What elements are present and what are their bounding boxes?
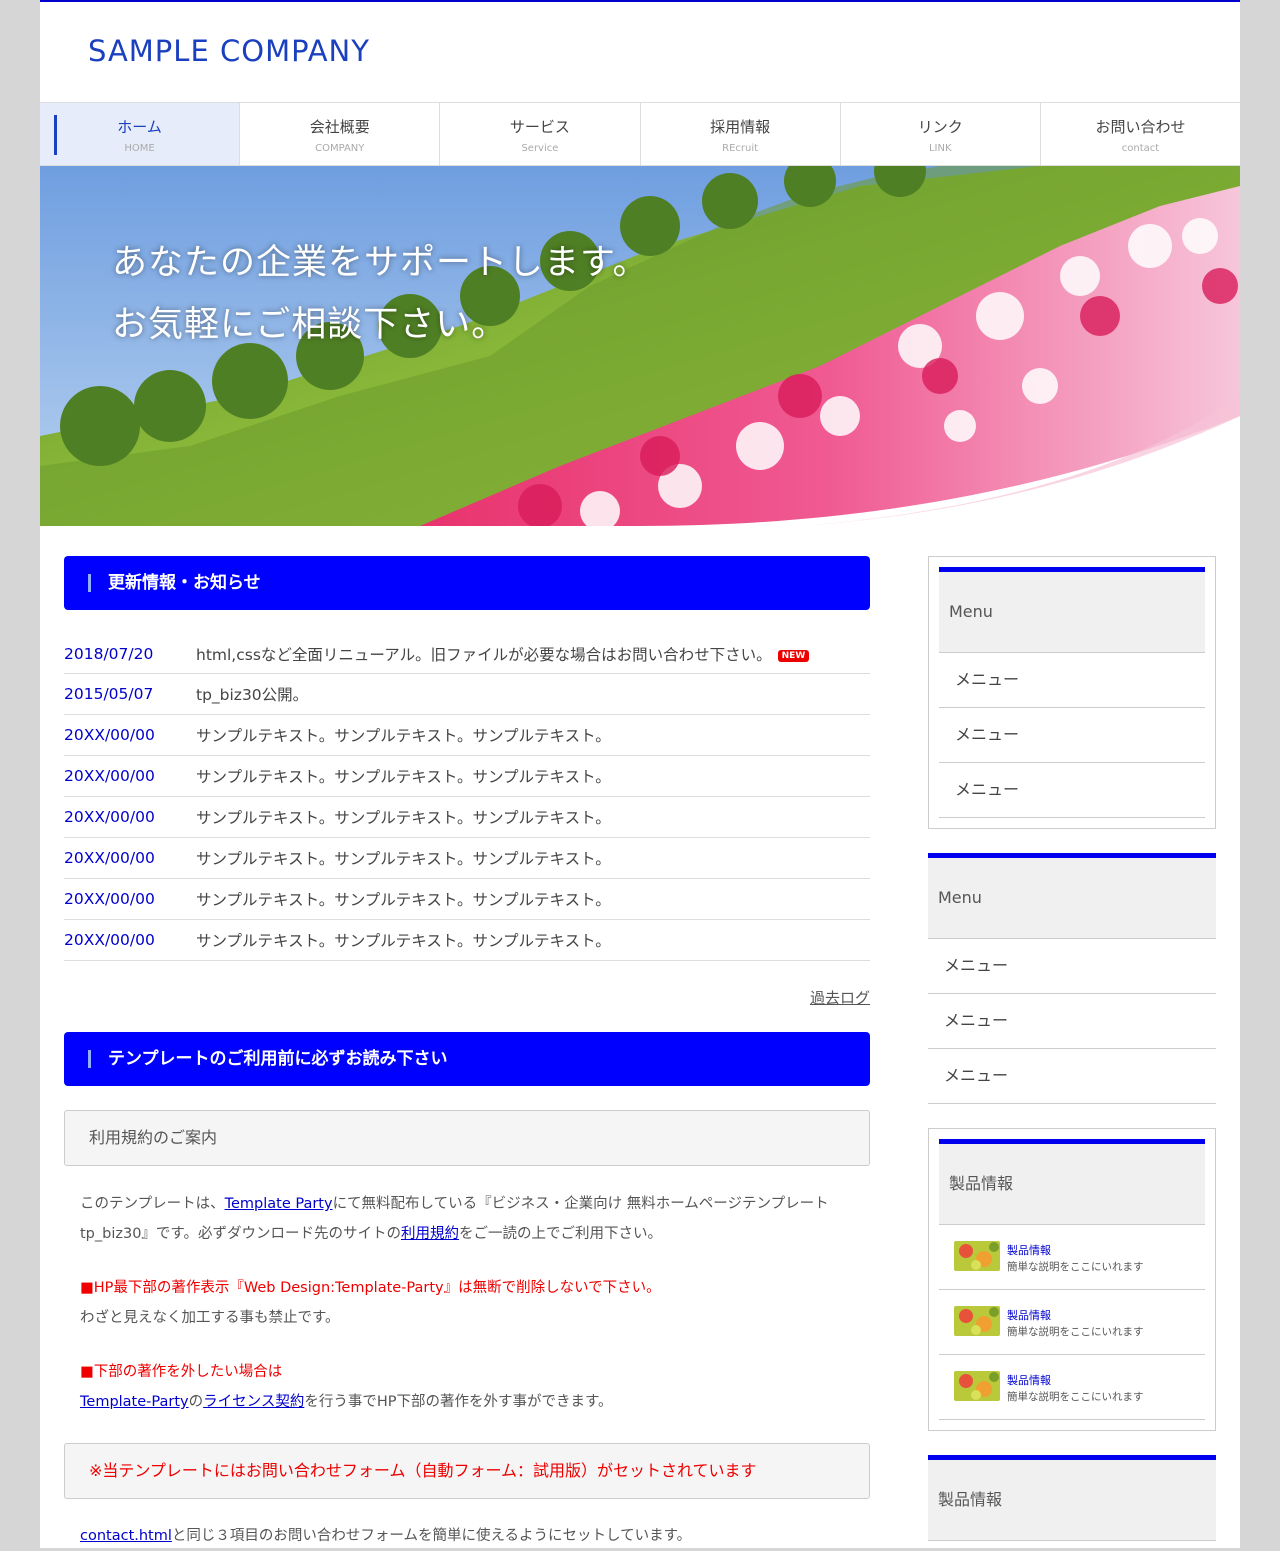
news-text: サンプルテキスト。サンプルテキスト。サンプルテキスト。: [196, 932, 611, 950]
news-row: 20XX/00/00 サンプルテキスト。サンプルテキスト。サンプルテキスト。: [64, 879, 870, 920]
sidebar-products-title: 製品情報: [928, 1455, 1216, 1541]
sidebar-products-title: 製品情報: [939, 1139, 1205, 1225]
news-row: 20XX/00/00 サンプルテキスト。サンプルテキスト。サンプルテキスト。: [64, 920, 870, 961]
sidebar-menu-item[interactable]: メニュー: [939, 763, 1205, 818]
sidebar-menu-title: Menu: [928, 853, 1216, 939]
sidebar-menu-item[interactable]: メニュー: [928, 994, 1216, 1049]
news-text: サンプルテキスト。サンプルテキスト。サンプルテキスト。: [196, 809, 611, 827]
terms-link[interactable]: 利用規約: [401, 1226, 459, 1242]
news-heading: 更新情報・お知らせ: [64, 556, 870, 610]
news-text: サンプルテキスト。サンプルテキスト。サンプルテキスト。: [196, 727, 611, 745]
news-date: 20XX/00/00: [64, 726, 155, 744]
past-log-link[interactable]: 過去ログ: [810, 989, 870, 1007]
intro-text: このテンプレートは、: [80, 1196, 225, 1212]
license-text: を行う事でHP下部の著作を外す事ができます。: [304, 1394, 613, 1410]
news-text: html,cssなど全面リニューアル。旧ファイルが必要な場合はお問い合わせ下さい…: [196, 643, 810, 665]
product-title: 製品情報: [1007, 1244, 1051, 1257]
news-row: 20XX/00/00 サンプルテキスト。サンプルテキスト。サンプルテキスト。: [64, 756, 870, 797]
product-thumbnail: [954, 1306, 1000, 1336]
news-text: サンプルテキスト。サンプルテキスト。サンプルテキスト。: [196, 891, 611, 909]
news-row: 20XX/00/00 サンプルテキスト。サンプルテキスト。サンプルテキスト。: [64, 715, 870, 756]
sidebar-menu-item[interactable]: メニュー: [939, 653, 1205, 708]
license-contract-link[interactable]: ライセンス契約: [203, 1394, 304, 1410]
product-item[interactable]: 製品情報 簡単な説明をここにいれます: [939, 1225, 1205, 1290]
news-text: サンプルテキスト。サンプルテキスト。サンプルテキスト。: [196, 850, 611, 868]
news-row: 20XX/00/00 サンプルテキスト。サンプルテキスト。サンプルテキスト。: [64, 797, 870, 838]
product-item[interactable]: 製品情報 簡単な説明をここにいれます: [939, 1355, 1205, 1420]
news-date: 20XX/00/00: [64, 808, 155, 826]
copyright-note: わざと見えなく加工する事も禁止です。: [80, 1310, 340, 1326]
terms-box: 利用規約のご案内: [64, 1110, 870, 1166]
news-list: 2018/07/20 html,cssなど全面リニューアル。旧ファイルが必要な場…: [64, 634, 870, 961]
license-paragraph: ■下部の著作を外したい場合は Template-Partyのライセンス契約を行う事…: [64, 1357, 870, 1417]
template-party-link-2[interactable]: Template-Party: [80, 1394, 189, 1410]
product-thumbnail: [954, 1241, 1000, 1271]
contact-form-paragraph: contact.htmlと同じ３項目のお問い合わせフォームを簡単に使えるようにセ…: [64, 1521, 870, 1551]
news-row: 20XX/00/00 サンプルテキスト。サンプルテキスト。サンプルテキスト。: [64, 838, 870, 879]
news-text: サンプルテキスト。サンプルテキスト。サンプルテキスト。: [196, 768, 611, 786]
intro-text: をご一読の上でご利用下さい。: [458, 1226, 662, 1242]
new-badge: NEW: [777, 649, 810, 662]
product-description: 簡単な説明をここにいれます: [1007, 1261, 1144, 1273]
product-title: 製品情報: [1007, 1309, 1051, 1322]
sidebar-menu-plain: Menu メニュー メニュー メニュー: [928, 853, 1216, 1104]
news-row: 2018/07/20 html,cssなど全面リニューアル。旧ファイルが必要な場…: [64, 634, 870, 674]
news-row: 2015/05/07 tp_biz30公開。: [64, 674, 870, 715]
sidebar-menu-item[interactable]: メニュー: [928, 939, 1216, 994]
news-date: 20XX/00/00: [64, 931, 155, 949]
copyright-warning: ■HP最下部の著作表示『Web Design:Template-Party』は無…: [80, 1280, 661, 1296]
template-heading: テンプレートのご利用前に必ずお読み下さい: [64, 1032, 870, 1086]
template-party-link[interactable]: Template Party: [225, 1196, 333, 1212]
sidebar-products-plain: 製品情報: [928, 1455, 1216, 1541]
product-title: 製品情報: [1007, 1374, 1051, 1387]
product-item[interactable]: 製品情報 簡単な説明をここにいれます: [939, 1290, 1205, 1355]
main-column: 更新情報・お知らせ 2018/07/20 html,cssなど全面リニューアル。…: [64, 556, 870, 1551]
news-date: 20XX/00/00: [64, 849, 155, 867]
contact-form-notice-box: ※当テンプレートにはお問い合わせフォーム（自動フォーム：試用版）がセットされてい…: [64, 1443, 870, 1499]
sidebar-menu-framed: Menu メニュー メニュー メニュー: [928, 556, 1216, 829]
news-text-body: html,cssなど全面リニューアル。旧ファイルが必要な場合はお問い合わせ下さい…: [196, 645, 772, 664]
copyright-notice-paragraph: ■HP最下部の著作表示『Web Design:Template-Party』は無…: [64, 1273, 870, 1333]
news-date: 2015/05/07: [64, 685, 154, 703]
news-date: 2018/07/20: [64, 644, 154, 663]
product-thumbnail: [954, 1371, 1000, 1401]
past-log-container: 過去ログ: [64, 987, 870, 1008]
product-description: 簡単な説明をここにいれます: [1007, 1391, 1144, 1403]
sidebar: Menu メニュー メニュー メニュー Menu メニュー メニュー メニュー …: [928, 556, 1216, 1541]
sidebar-products-framed: 製品情報 製品情報 簡単な説明をここにいれます 製品情報 簡単な説明をここにいれ…: [928, 1128, 1216, 1431]
license-warning: ■下部の著作を外したい場合は: [80, 1364, 283, 1380]
content-layer: 更新情報・お知らせ 2018/07/20 html,cssなど全面リニューアル。…: [40, 0, 1240, 1548]
sidebar-menu-item[interactable]: メニュー: [939, 708, 1205, 763]
sidebar-menu-title: Menu: [939, 567, 1205, 653]
sidebar-menu-item[interactable]: メニュー: [928, 1049, 1216, 1104]
template-intro-paragraph: このテンプレートは、Template Partyにて無料配布している『ビジネス・…: [64, 1189, 870, 1249]
contact-html-link[interactable]: contact.html: [80, 1528, 172, 1544]
contact-text: と同じ３項目のお問い合わせフォームを簡単に使えるようにセットしています。: [171, 1528, 692, 1544]
news-text: tp_biz30公開。: [196, 686, 309, 704]
license-text: の: [188, 1394, 204, 1410]
product-description: 簡単な説明をここにいれます: [1007, 1326, 1144, 1338]
news-date: 20XX/00/00: [64, 767, 155, 785]
news-date: 20XX/00/00: [64, 890, 155, 908]
